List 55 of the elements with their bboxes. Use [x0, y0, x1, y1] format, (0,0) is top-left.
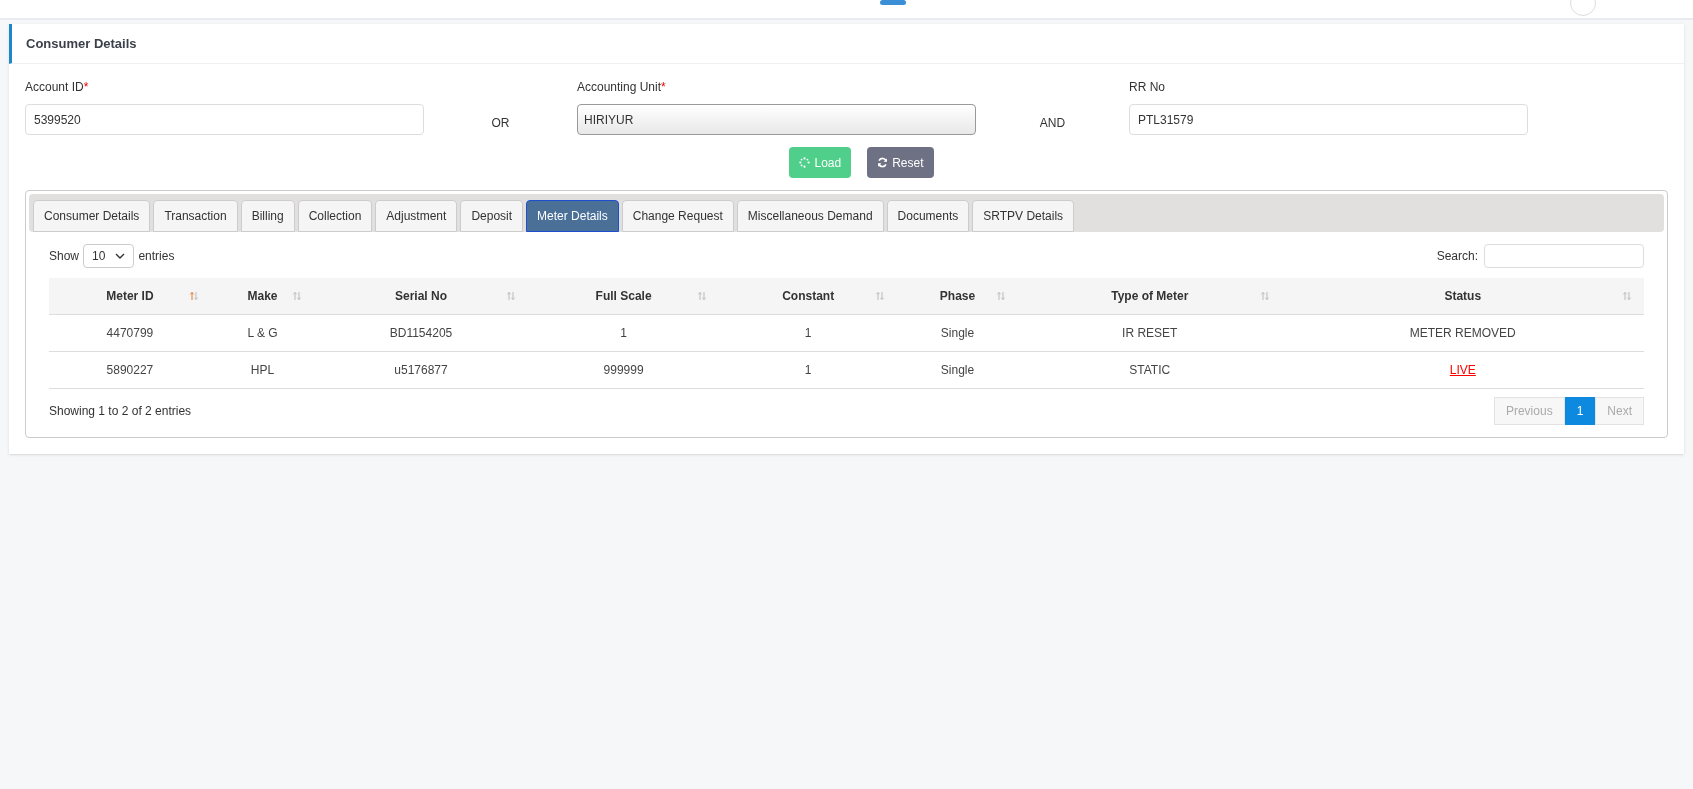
tab[interactable]: Documents [886, 200, 970, 232]
table-cell: Single [897, 351, 1018, 388]
page-button[interactable]: 1 [1564, 396, 1596, 425]
column-header[interactable]: Make [210, 278, 315, 314]
tab[interactable]: Adjustment [375, 200, 458, 232]
card-title: Consumer Details [26, 34, 137, 53]
select-field[interactable]: HIRIYUR [577, 104, 976, 135]
table-cell: STATIC [1017, 351, 1282, 388]
table-cell: 4470799 [49, 314, 211, 351]
entries-label: entries [138, 248, 175, 265]
table-cell: BD1154205 [314, 314, 528, 351]
tab[interactable]: SRTPV Details [972, 200, 1075, 232]
column-header[interactable]: Status [1281, 278, 1644, 314]
table-cell: L & G [210, 314, 315, 351]
column-header[interactable]: Serial No [314, 278, 528, 314]
refresh-icon [877, 157, 889, 168]
field-label: RR No [1129, 79, 1166, 96]
input-field[interactable]: 5399520 [25, 104, 424, 135]
spinner-icon [799, 157, 811, 168]
table-info: Showing 1 to 2 of 2 entries [49, 402, 192, 420]
column-header[interactable]: Constant [719, 278, 898, 314]
field-label: Account ID* [25, 79, 90, 96]
entries-select[interactable]: 10 [83, 244, 135, 268]
table-cell: 5890227 [49, 351, 211, 388]
column-header[interactable]: Phase [897, 278, 1018, 314]
table-cell: HPL [210, 351, 315, 388]
table-cell: 1 [719, 351, 898, 388]
chevron-down-icon [115, 253, 126, 259]
tab[interactable]: Miscellaneous Demand [736, 200, 884, 232]
tab[interactable]: Meter Details [526, 200, 619, 232]
table-cell: 1 [527, 314, 720, 351]
search-label: Search: [1436, 248, 1478, 265]
field-label: Accounting Unit* [577, 79, 667, 96]
table-cell: 1 [719, 314, 898, 351]
table-cell: METER REMOVED [1281, 314, 1644, 351]
tab[interactable]: Change Request [621, 200, 734, 232]
table-cell: Single [897, 314, 1018, 351]
column-header[interactable]: Type of Meter [1017, 278, 1282, 314]
table-cell: u5176877 [314, 351, 528, 388]
tab[interactable]: Collection [297, 200, 373, 232]
show-label: Show [49, 248, 80, 265]
connector-label: OR [491, 115, 510, 132]
search-field[interactable] [1484, 244, 1644, 268]
column-header[interactable]: Full Scale [527, 278, 720, 314]
tab[interactable]: Billing [240, 200, 295, 232]
tab[interactable]: Transaction [153, 200, 238, 232]
tab[interactable]: Deposit [460, 200, 524, 232]
connector-label: AND [1039, 115, 1066, 132]
reset-button[interactable]: Reset [867, 147, 934, 178]
status-link[interactable]: LIVE [1449, 362, 1476, 377]
input-field[interactable]: PTL31579 [1129, 104, 1528, 135]
column-header[interactable]: Meter ID [49, 278, 211, 314]
table-cell: 999999 [527, 351, 720, 388]
table-cell: IR RESET [1017, 314, 1282, 351]
tab[interactable]: Consumer Details [33, 200, 151, 232]
